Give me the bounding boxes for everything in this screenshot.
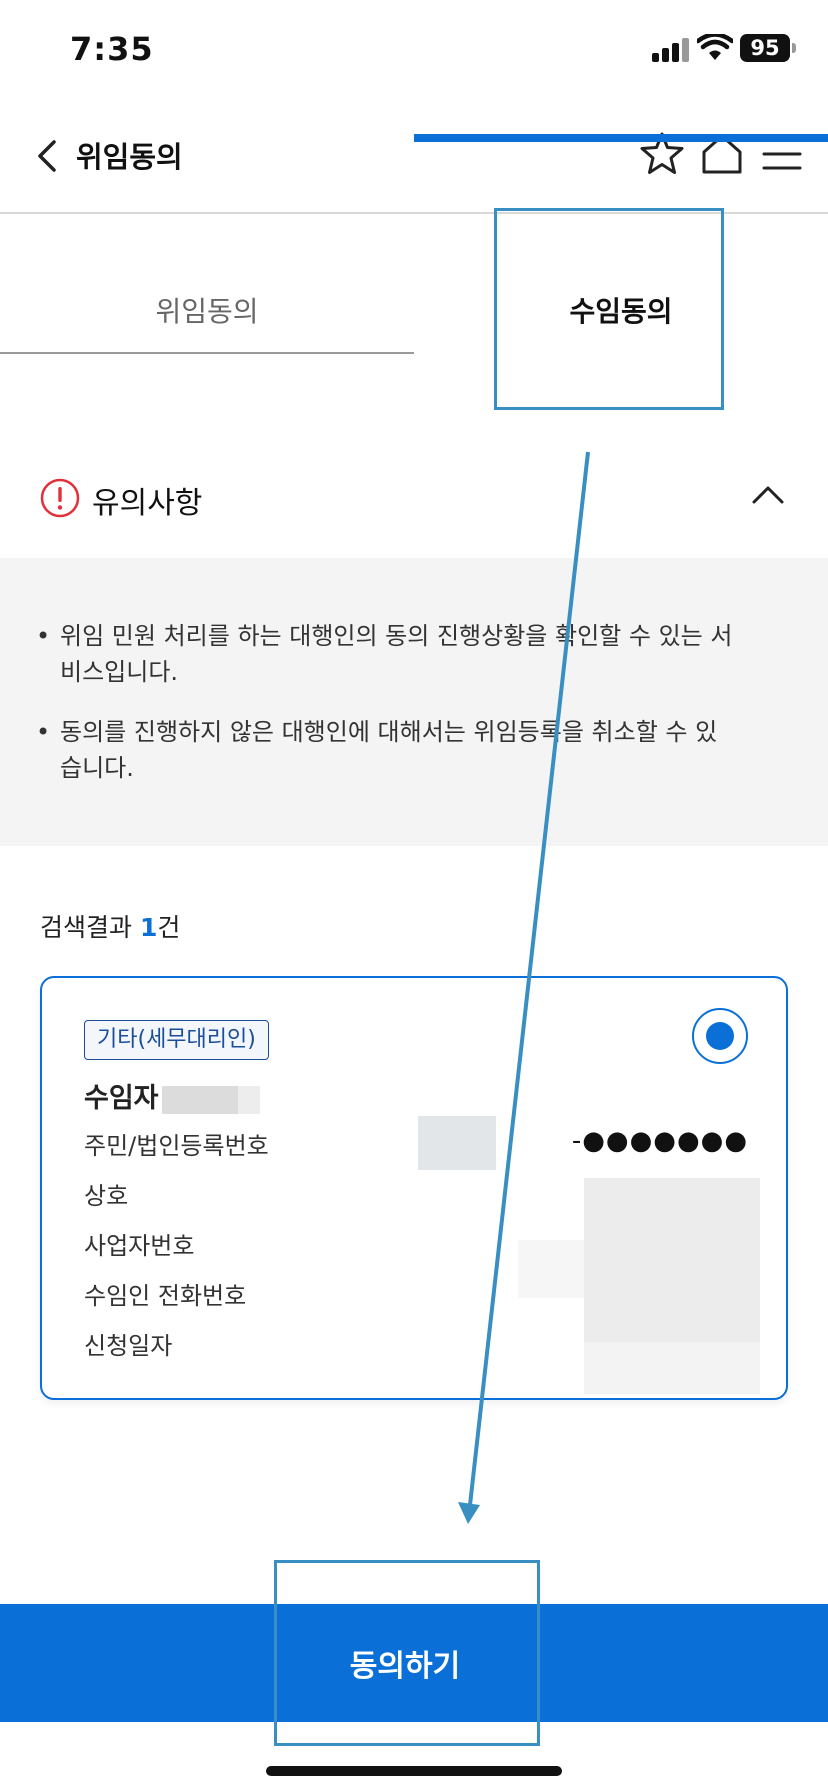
result-suffix: 건 [157,913,181,942]
tab-delegation-consent[interactable]: 위임동의 [0,214,414,354]
row-label-phone: 수임인 전화번호 [84,1282,247,1310]
row-label-request-date: 신청일자 [84,1332,173,1360]
redacted-id-prefix [418,1116,496,1170]
select-radio[interactable] [692,1008,748,1064]
notice-item: 위임 민원 처리를 하는 대행인의 동의 진행상황을 확인할 수 있는 서비스입… [36,618,736,690]
result-prefix: 검색결과 [40,913,140,942]
tab-label: 위임동의 [155,295,259,328]
notice-body: 위임 민원 처리를 하는 대행인의 동의 진행상황을 확인할 수 있는 서비스입… [0,558,828,846]
notice-header[interactable]: 유의사항 [0,440,828,558]
status-time: 7:35 [70,30,154,68]
notice-title: 유의사항 [92,486,203,521]
result-count: 검색결과 1건 [40,908,180,944]
battery-indicator: 95 [740,34,790,62]
wifi-icon [697,34,733,60]
agent-card[interactable]: 기타(세무대리인) 수임자 주민/법인등록번호 -●●●●●●● 상호 사업자번… [40,976,788,1400]
redacted-values [584,1178,760,1342]
row-label-business-number: 사업자번호 [84,1232,195,1260]
notice-item: 동의를 진행하지 않은 대행인에 대해서는 위임등록을 취소할 수 있습니다. [36,714,736,786]
redacted-values-edge [518,1240,584,1298]
annotation-box-button [274,1560,540,1746]
alert-icon [40,478,80,518]
redacted-values-bottom [584,1342,760,1394]
result-number: 1 [139,913,158,942]
status-bar: 7:35 95 [0,0,828,100]
agent-name-label: 수임자 [84,1083,159,1114]
page-title: 위임동의 [76,140,183,174]
active-tab-indicator [414,134,828,142]
radio-selected-dot [706,1022,734,1050]
app-header: 위임동의 [0,100,828,214]
redacted-name-edge [238,1086,260,1114]
row-label-business-name: 상호 [84,1182,129,1210]
annotation-box-tab [494,208,724,410]
agent-type-badge: 기타(세무대리인) [84,1020,269,1060]
cellular-signal-icon [652,38,690,62]
back-arrow-icon[interactable] [30,136,64,176]
row-label-id-number: 주민/법인등록번호 [84,1132,269,1160]
masked-id-number: -●●●●●●● [571,1126,748,1156]
battery-tip [792,43,796,53]
home-indicator [266,1766,562,1776]
chevron-up-icon[interactable] [748,480,788,510]
